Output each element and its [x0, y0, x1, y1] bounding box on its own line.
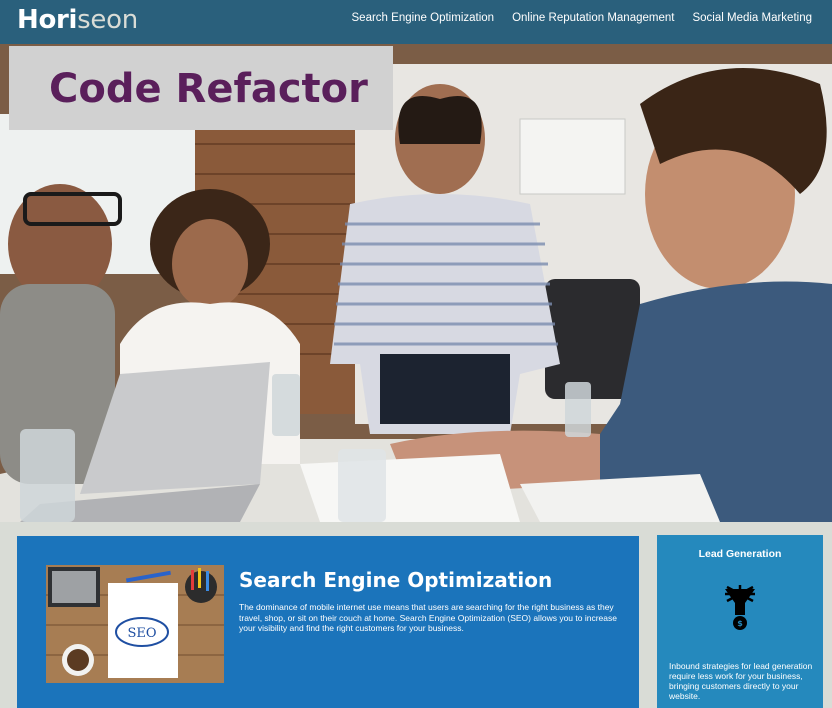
lead-generation-card: Lead Generation $ Inbound strategies for…: [657, 535, 823, 708]
main-nav: Search Engine Optimization Online Reputa…: [352, 12, 812, 24]
site-header: Horiseon Search Engine Optimization Onli…: [0, 0, 832, 44]
lead-funnel-icon: $: [725, 585, 755, 630]
seo-body: The dominance of mobile internet use mea…: [239, 602, 617, 633]
banner-title: Code Refactor: [49, 66, 368, 112]
hero-section: Code Refactor: [0, 44, 832, 522]
code-refactor-banner: Code Refactor: [9, 46, 393, 130]
seo-image: SEO: [46, 565, 224, 683]
nav-link-social-media[interactable]: Social Media Marketing: [692, 12, 812, 24]
seo-title: Search Engine Optimization: [239, 568, 553, 592]
nav-link-reputation[interactable]: Online Reputation Management: [512, 12, 674, 24]
logo-main-text: Hori: [17, 5, 78, 35]
lead-generation-title: Lead Generation: [698, 548, 782, 560]
seo-section: SEO Search Engine Optimization The domin…: [17, 536, 639, 708]
nav-link-seo[interactable]: Search Engine Optimization: [352, 12, 495, 24]
svg-text:$: $: [737, 619, 743, 628]
seo-image-text: SEO: [127, 626, 156, 641]
site-logo[interactable]: Horiseon: [17, 5, 138, 35]
seo-desk-illustration: SEO: [46, 565, 224, 683]
lead-generation-body: Inbound strategies for lead generation r…: [669, 661, 813, 701]
logo-accent-text: seon: [77, 5, 138, 35]
